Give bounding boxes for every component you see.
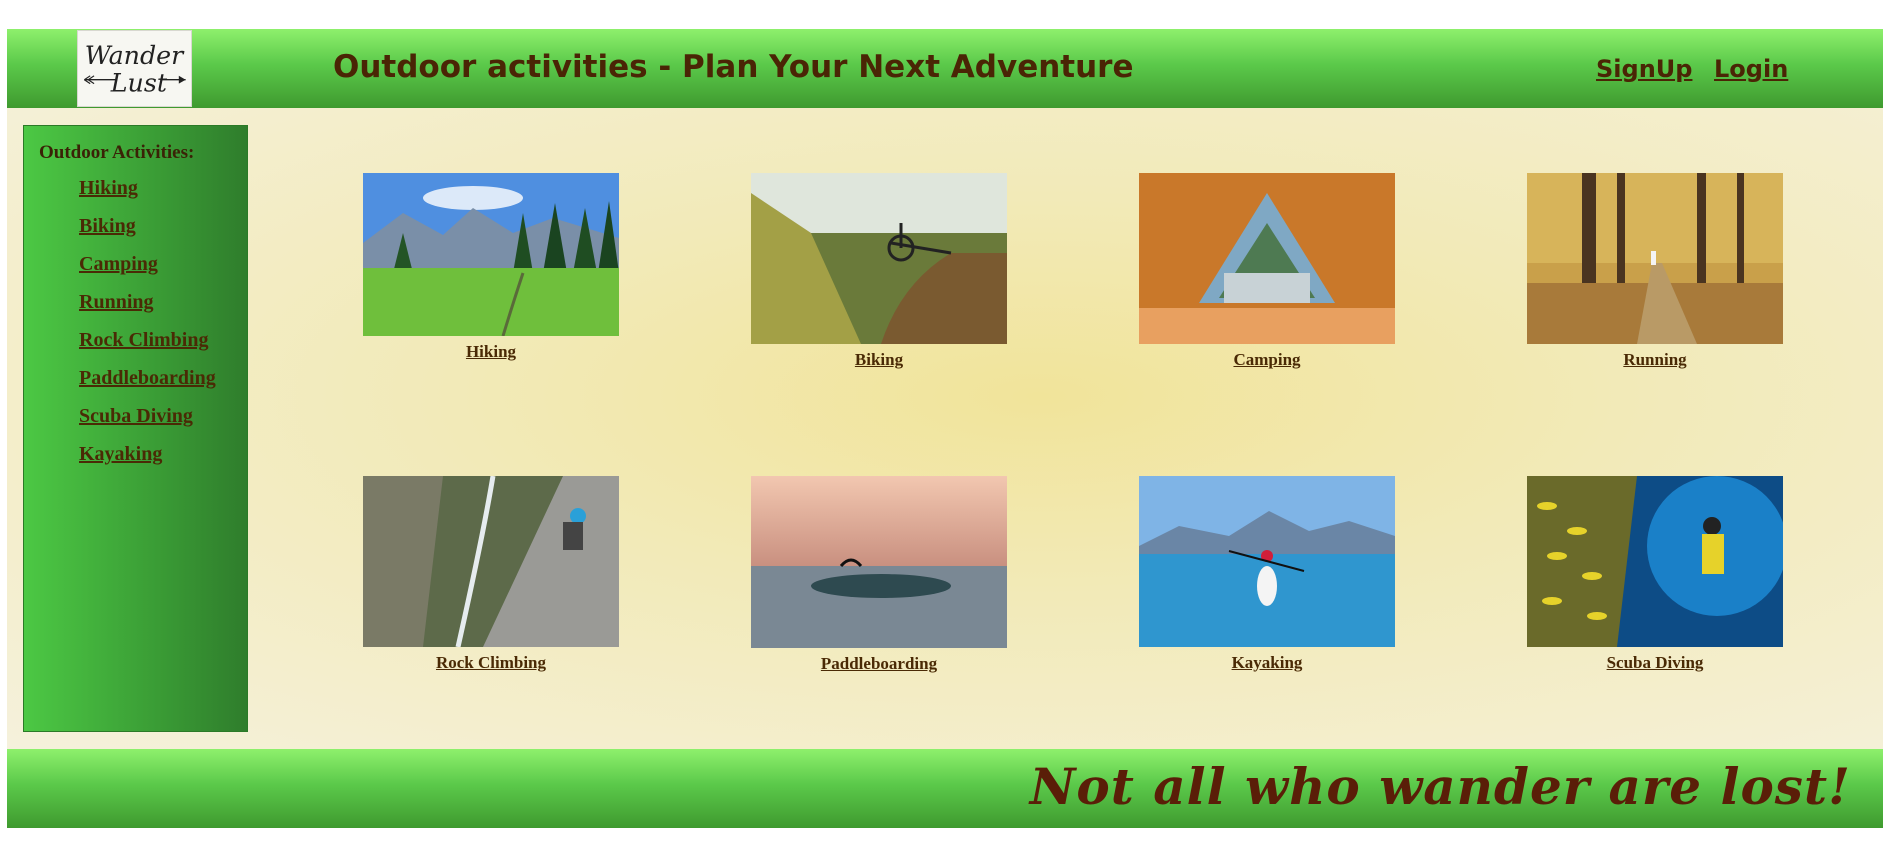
paddleboarding-caption-link[interactable]: Paddleboarding — [821, 654, 937, 674]
sidebar-link-paddleboarding[interactable]: Paddleboarding — [79, 367, 216, 389]
sidebar-link-kayaking[interactable]: Kayaking — [79, 443, 162, 465]
sidebar-item-paddleboarding: Paddleboarding — [79, 367, 216, 405]
svg-text:Wander: Wander — [85, 40, 185, 70]
svg-text:Lust: Lust — [110, 67, 168, 97]
page-title: Outdoor activities - Plan Your Next Adve… — [333, 49, 1134, 85]
rock-climbing-photo[interactable] — [363, 476, 619, 647]
activity-tile-running: Running — [1527, 173, 1783, 370]
scuba-diving-photo[interactable] — [1527, 476, 1783, 647]
main-content: Outdoor Activities: Hiking Biking Campin… — [7, 108, 1883, 749]
sidebar-nav: Hiking Biking Camping Running Rock Climb… — [79, 177, 216, 481]
activity-tile-camping: Camping — [1139, 173, 1395, 370]
sidebar-link-biking[interactable]: Biking — [79, 215, 136, 237]
kayaking-caption-link[interactable]: Kayaking — [1232, 653, 1303, 673]
wanderlust-logo[interactable]: Wander Lust — [77, 30, 192, 107]
login-link[interactable]: Login — [1714, 55, 1788, 83]
sidebar-item-biking: Biking — [79, 215, 216, 253]
sidebar-link-scuba-diving[interactable]: Scuba Diving — [79, 405, 193, 427]
hiking-caption-link[interactable]: Hiking — [466, 342, 516, 362]
running-photo[interactable] — [1527, 173, 1783, 344]
sidebar-heading: Outdoor Activities: — [39, 142, 195, 163]
site-footer: Not all who wander are lost! — [7, 749, 1883, 828]
camping-caption-link[interactable]: Camping — [1233, 350, 1300, 370]
footer-tagline: Not all who wander are lost! — [1029, 757, 1851, 816]
sidebar-link-hiking[interactable]: Hiking — [79, 177, 138, 199]
biking-photo[interactable] — [751, 173, 1007, 344]
signup-link[interactable]: SignUp — [1596, 55, 1692, 83]
running-caption-link[interactable]: Running — [1623, 350, 1686, 370]
sidebar-link-rock-climbing[interactable]: Rock Climbing — [79, 329, 208, 351]
activity-tile-hiking: Hiking — [363, 173, 619, 362]
activity-tile-scuba-diving: Scuba Diving — [1527, 476, 1783, 673]
sidebar-item-scuba-diving: Scuba Diving — [79, 405, 216, 443]
sidebar-link-running[interactable]: Running — [79, 291, 154, 313]
activity-tile-kayaking: Kayaking — [1139, 476, 1395, 673]
kayaking-photo[interactable] — [1139, 476, 1395, 647]
sidebar-item-camping: Camping — [79, 253, 216, 291]
sidebar-item-hiking: Hiking — [79, 177, 216, 215]
site-header: Wander Lust Outdoor activities - Plan Yo… — [7, 29, 1883, 108]
logo-graphic: Wander Lust — [84, 40, 186, 97]
paddleboarding-photo[interactable] — [751, 476, 1007, 648]
sidebar-item-kayaking: Kayaking — [79, 443, 216, 481]
biking-caption-link[interactable]: Biking — [855, 350, 903, 370]
rock-climbing-caption-link[interactable]: Rock Climbing — [436, 653, 546, 673]
activity-tile-rock-climbing: Rock Climbing — [363, 476, 619, 673]
sidebar-item-rock-climbing: Rock Climbing — [79, 329, 216, 367]
hiking-photo[interactable] — [363, 173, 619, 336]
sidebar-item-running: Running — [79, 291, 216, 329]
activity-tile-biking: Biking — [751, 173, 1007, 370]
activities-sidebar: Outdoor Activities: Hiking Biking Campin… — [23, 125, 248, 732]
camping-photo[interactable] — [1139, 173, 1395, 344]
sidebar-link-camping[interactable]: Camping — [79, 253, 158, 275]
activity-tile-paddleboarding: Paddleboarding — [751, 476, 1007, 674]
scuba-diving-caption-link[interactable]: Scuba Diving — [1607, 653, 1704, 673]
